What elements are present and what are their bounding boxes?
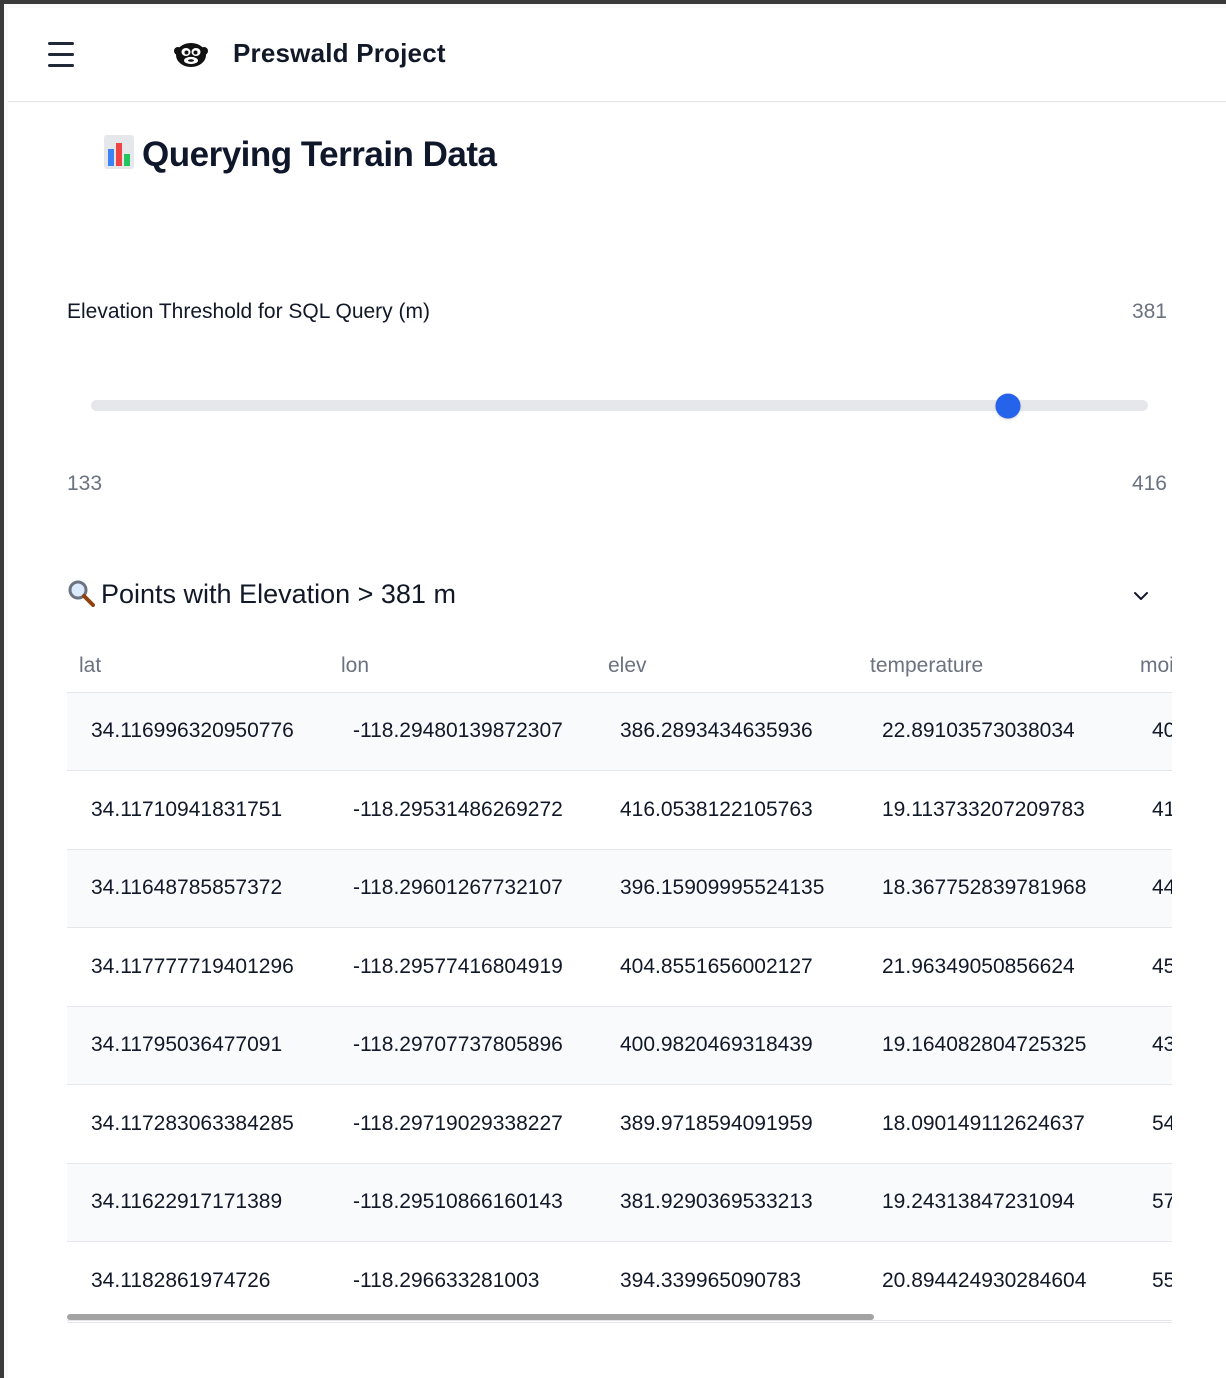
- table-row: 34.1182861974726 -118.296633281003 394.3…: [67, 1241, 1172, 1321]
- table-row: 34.117283063384285 -118.29719029338227 3…: [67, 1084, 1172, 1164]
- app-window: Preswald Project Querying Terrain Data E…: [0, 0, 1226, 1378]
- table-cell: -118.29707737805896: [329, 1006, 596, 1085]
- top-header: Preswald Project: [8, 8, 1226, 102]
- table-cell: 400.9820469318439: [596, 1006, 858, 1085]
- table-cell: 54: [1128, 1084, 1172, 1164]
- table-row: 34.117777719401296 -118.29577416804919 4…: [67, 927, 1172, 1007]
- table-header-row: lat lon elev temperature moi: [67, 641, 1172, 693]
- table-cell: 18.090149112624637: [858, 1084, 1128, 1164]
- hamburger-menu-icon: [48, 42, 74, 45]
- table-cell: 40: [1128, 692, 1172, 771]
- table-cell: 22.89103573038034: [858, 692, 1128, 771]
- table-cell: 45: [1128, 927, 1172, 1007]
- table-cell: 21.96349050856624: [858, 927, 1128, 1007]
- magnifying-glass-icon: [68, 580, 95, 607]
- column-header[interactable]: temperature: [858, 641, 1128, 693]
- table-cell: 41: [1128, 770, 1172, 850]
- table-cell: 404.8551656002127: [596, 927, 858, 1007]
- table-cell: 19.24313847231094: [858, 1163, 1128, 1242]
- table-cell: 34.11622917171389: [67, 1163, 329, 1242]
- menu-button[interactable]: [44, 38, 80, 72]
- section-title: Points with Elevation > 381 m: [67, 579, 456, 610]
- monkey-face-icon: [174, 43, 208, 67]
- table-cell: -118.29719029338227: [329, 1084, 596, 1164]
- table-cell: 34.116996320950776: [67, 692, 329, 771]
- column-header[interactable]: moi: [1128, 641, 1172, 693]
- slider-max-label: 416: [1131, 472, 1167, 495]
- table-cell: 396.15909995524135: [596, 849, 858, 928]
- table-cell: 43: [1128, 1006, 1172, 1085]
- slider-min-label: 133: [67, 472, 103, 495]
- table-cell: 34.11710941831751: [67, 770, 329, 850]
- slider-value: 381: [1131, 300, 1167, 323]
- app-title: Preswald Project: [233, 38, 446, 68]
- column-header[interactable]: elev: [596, 641, 858, 693]
- table-cell: 44: [1128, 849, 1172, 928]
- elevation-slider[interactable]: [91, 393, 1148, 418]
- table-cell: 34.1182861974726: [67, 1241, 329, 1321]
- page-title-text: Querying Terrain Data: [142, 135, 497, 174]
- main-content: Querying Terrain Data Elevation Threshol…: [8, 103, 1226, 1378]
- table-cell: 20.894424930284604: [858, 1241, 1128, 1321]
- slider-label: Elevation Threshold for SQL Query (m): [67, 300, 430, 323]
- table-cell: -118.296633281003: [329, 1241, 596, 1321]
- table-cell: 34.117777719401296: [67, 927, 329, 1007]
- table-cell: 389.9718594091959: [596, 1084, 858, 1164]
- results-section-header[interactable]: Points with Elevation > 381 m: [67, 577, 1172, 617]
- table-cell: 394.339965090783: [596, 1241, 858, 1321]
- table-cell: -118.29531486269272: [329, 770, 596, 850]
- table-cell: -118.29577416804919: [329, 927, 596, 1007]
- table-row: 34.11795036477091 -118.29707737805896 40…: [67, 1006, 1172, 1085]
- table-row: 34.11648785857372 -118.29601267732107 39…: [67, 849, 1172, 928]
- table-cell: -118.29480139872307: [329, 692, 596, 771]
- slider-thumb[interactable]: [995, 393, 1021, 418]
- table-row: 34.11622917171389 -118.29510866160143 38…: [67, 1163, 1172, 1242]
- table-cell: 57: [1128, 1163, 1172, 1242]
- table-cell: 34.11648785857372: [67, 849, 329, 928]
- bar-chart-icon: [104, 135, 134, 169]
- table-cell: 381.9290369533213: [596, 1163, 858, 1242]
- table-cell: 55: [1128, 1241, 1172, 1321]
- column-header[interactable]: lat: [67, 641, 329, 693]
- table-cell: 416.0538122105763: [596, 770, 858, 850]
- table-cell: 18.367752839781968: [858, 849, 1128, 928]
- table-cell: 19.164082804725325: [858, 1006, 1128, 1085]
- page-title: Querying Terrain Data: [104, 135, 497, 175]
- horizontal-scrollbar[interactable]: [67, 1314, 874, 1320]
- table-cell: 19.113733207209783: [858, 770, 1128, 850]
- table-cell: -118.29601267732107: [329, 849, 596, 928]
- table-cell: 34.117283063384285: [67, 1084, 329, 1164]
- table-row: 34.11710941831751 -118.29531486269272 41…: [67, 770, 1172, 850]
- results-table[interactable]: lat lon elev temperature moi 34.11699632…: [67, 641, 1172, 1323]
- chevron-down-icon[interactable]: [1132, 587, 1150, 605]
- table-cell: -118.29510866160143: [329, 1163, 596, 1242]
- table-cell: 34.11795036477091: [67, 1006, 329, 1085]
- column-header[interactable]: lon: [329, 641, 596, 693]
- table-row: 34.116996320950776 -118.29480139872307 3…: [67, 692, 1172, 771]
- table-cell: 386.2893434635936: [596, 692, 858, 771]
- section-title-text: Points with Elevation > 381 m: [101, 579, 456, 609]
